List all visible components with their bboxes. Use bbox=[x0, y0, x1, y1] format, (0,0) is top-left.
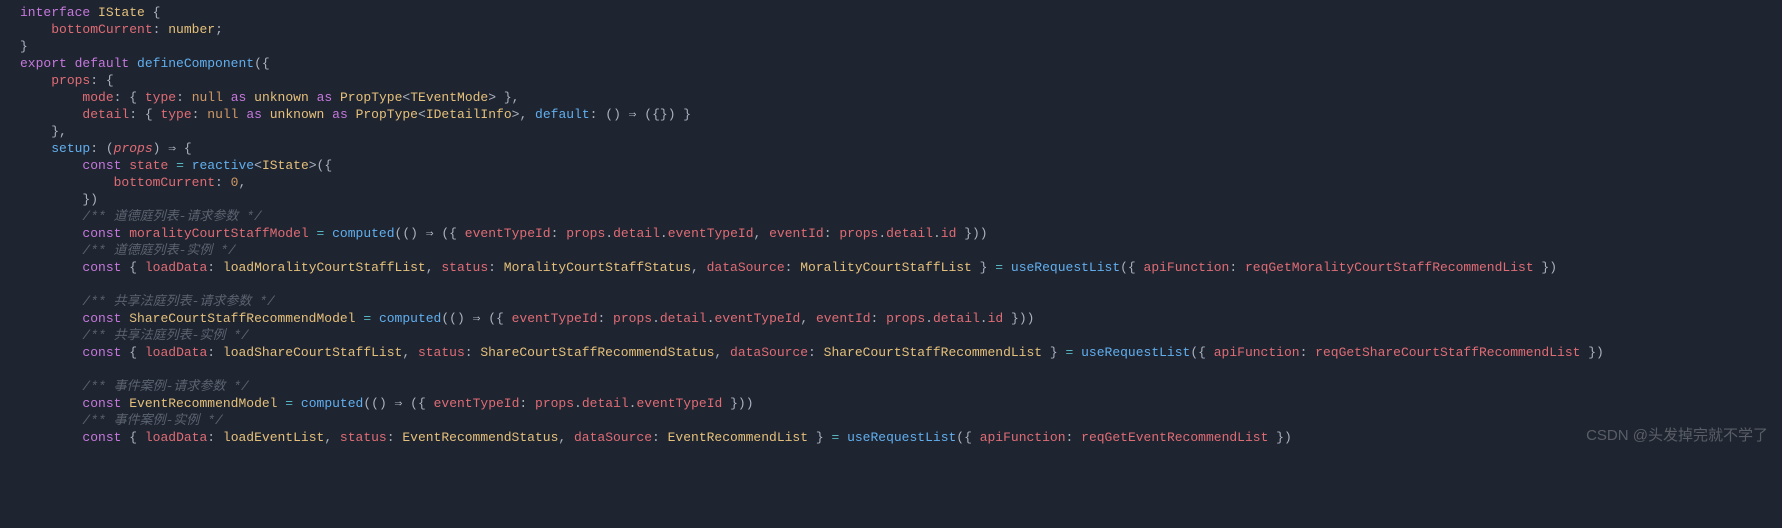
code-editor[interactable]: interface IState { bottomCurrent: number… bbox=[0, 4, 1782, 446]
code-line: } bbox=[0, 38, 1782, 55]
code-line: /** 事件案例-请求参数 */ bbox=[0, 378, 1782, 395]
watermark-text: CSDN @头发掉完就不学了 bbox=[1586, 427, 1768, 444]
code-line: bottomCurrent: number; bbox=[0, 21, 1782, 38]
code-line: const moralityCourtStaffModel = computed… bbox=[0, 225, 1782, 242]
code-line: /** 道德庭列表-实例 */ bbox=[0, 242, 1782, 259]
code-line: /** 道德庭列表-请求参数 */ bbox=[0, 208, 1782, 225]
code-line: }) bbox=[0, 191, 1782, 208]
code-line bbox=[0, 276, 1782, 293]
code-line: const EventRecommendModel = computed(() … bbox=[0, 395, 1782, 412]
code-line: }, bbox=[0, 123, 1782, 140]
code-line: /** 共享法庭列表-实例 */ bbox=[0, 327, 1782, 344]
code-line: const ShareCourtStaffRecommendModel = co… bbox=[0, 310, 1782, 327]
code-line: mode: { type: null as unknown as PropTyp… bbox=[0, 89, 1782, 106]
code-line: interface IState { bbox=[0, 4, 1782, 21]
code-line: const { loadData: loadShareCourtStaffLis… bbox=[0, 344, 1782, 361]
code-line: /** 共享法庭列表-请求参数 */ bbox=[0, 293, 1782, 310]
code-line: props: { bbox=[0, 72, 1782, 89]
code-line bbox=[0, 361, 1782, 378]
code-line: const state = reactive<IState>({ bbox=[0, 157, 1782, 174]
code-line: const { loadData: loadMoralityCourtStaff… bbox=[0, 259, 1782, 276]
code-line: bottomCurrent: 0, bbox=[0, 174, 1782, 191]
code-line: /** 事件案例-实例 */ bbox=[0, 412, 1782, 429]
code-line: export default defineComponent({ bbox=[0, 55, 1782, 72]
code-line: const { loadData: loadEventList, status:… bbox=[0, 429, 1782, 446]
code-line: detail: { type: null as unknown as PropT… bbox=[0, 106, 1782, 123]
code-line: setup: (props) ⇒ { bbox=[0, 140, 1782, 157]
